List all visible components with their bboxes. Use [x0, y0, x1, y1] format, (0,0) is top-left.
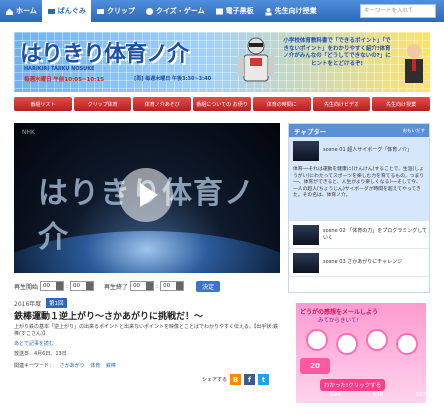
- teacher-icon: [264, 7, 273, 16]
- submenu-teacher-class[interactable]: 先生向け授業: [372, 97, 431, 111]
- related-keywords: 関連キーワード： さかあがり 体育 鉄棒: [14, 362, 116, 369]
- chapter-item[interactable]: scene 02 「体育の力」をプログラミングしていく: [289, 221, 429, 249]
- schedule-main: 毎週水曜日 午前10:05~10:15: [24, 77, 105, 83]
- submenu-play[interactable]: 体育ノ介あそび: [133, 97, 192, 111]
- chapter-label: scene 02 「体育の力」をプログラミングしていく: [323, 228, 428, 241]
- episode-number-badge: 第1回: [46, 298, 67, 308]
- share-label: シェアする: [202, 377, 228, 383]
- ad-count: 20: [300, 358, 330, 374]
- start-sec-select[interactable]: 00: [70, 281, 95, 291]
- chapter-header: チャプター おもいだす: [289, 124, 429, 137]
- search-input[interactable]: キーワードを入れて: [360, 4, 436, 18]
- nav-blackboard[interactable]: 電子黒板: [210, 0, 259, 22]
- episode-year: 2016年度: [14, 301, 42, 308]
- submenu-letters[interactable]: 番組についての お便り: [193, 97, 251, 111]
- film-icon: [96, 7, 105, 16]
- episode-title: 鉄棒運動１逆上がり～さかあがりに挑戦だ！～: [14, 312, 204, 322]
- chapter-label: scene 03 さかあがりにチャレンジ: [323, 259, 403, 266]
- nav-label: ばんぐみ: [57, 7, 87, 15]
- ad-numbers: 594 598 597: [330, 392, 426, 398]
- top-nav: ホーム ばんぐみ クリップ クイズ・ゲーム 電子黒板 先生向け授業 キーワードを…: [0, 0, 444, 22]
- program-logo-sub: HARIKIRI TAIIKU NOSUKE: [24, 66, 95, 72]
- feedback-ad-banner[interactable]: どうがの感想をメールしよう みてからきいて! 20 わかった!クリックする 59…: [296, 303, 426, 403]
- chapter-panel: チャプター おもいだす scene 01 超人サイボーグ「体育ノ介」 体育──そ…: [288, 123, 430, 293]
- range-end-label: 再生終了: [104, 283, 129, 291]
- schedule-rerun: [再] 毎週木曜日 午後3:30~3:40: [134, 76, 212, 82]
- chapter-thumbnail: [293, 224, 319, 245]
- announcer-character-icon: [405, 44, 423, 83]
- program-logo: はりきり体育ノ介: [20, 42, 189, 67]
- ad-subtitle: みてからきいて!: [318, 318, 359, 324]
- robot-character-icon: [238, 37, 274, 82]
- board-icon: [215, 7, 224, 16]
- keyword-link[interactable]: 鉄棒: [106, 363, 116, 369]
- character-icon: [396, 333, 418, 355]
- program-submenu: 番組リスト クリップ体育 体育ノ介あそび 番組についての お便り 体育の時間に …: [14, 96, 431, 114]
- nav-label: クリップ: [107, 7, 136, 15]
- keyword-label: 関連キーワード：: [14, 363, 55, 369]
- twitter-icon[interactable]: t: [258, 374, 270, 385]
- decide-button[interactable]: 決定: [196, 280, 221, 292]
- submenu-teacher-video[interactable]: 先生向けビデオ: [312, 97, 371, 111]
- share-bar: シェアする B f t: [202, 374, 270, 385]
- facebook-icon[interactable]: f: [244, 374, 256, 385]
- nav-programs[interactable]: ばんぐみ: [41, 0, 92, 22]
- home-icon: [5, 7, 14, 16]
- nav-home[interactable]: ホーム: [0, 0, 42, 22]
- playback-range: 再生開始 00: 00 再生終了 00: 00 決定: [14, 278, 280, 294]
- nav-label: 先生向け授業: [274, 7, 317, 15]
- ad-button[interactable]: わかった!クリックする: [320, 379, 386, 391]
- banner-catchphrase: 小学校体育教科書で「できるポイント」「できないポイント」をわかりやすく紹介!体育…: [283, 38, 391, 67]
- tv-icon: [47, 7, 56, 16]
- nav-quiz-game[interactable]: クイズ・ゲーム: [140, 0, 210, 22]
- bookmark-icon[interactable]: B: [230, 374, 242, 385]
- chapter-label: scene 01 超人サイボーグ「体育ノ介」: [323, 147, 413, 154]
- nav-label: ホーム: [16, 7, 37, 15]
- character-icon: [306, 329, 328, 351]
- air-dates: 放送日：4月6日、13日: [14, 351, 67, 357]
- submenu-clips[interactable]: クリップ体育: [73, 97, 132, 111]
- chapter-thumbnail: [293, 252, 319, 273]
- keyword-link[interactable]: さかあがり: [60, 363, 85, 369]
- character-icon: [366, 329, 388, 351]
- chapter-detail: 体育──それは運動を健康に(けんけん)することで、生涯(しょうがい)にわたってス…: [289, 165, 429, 221]
- keyword-link[interactable]: 体育: [90, 363, 100, 369]
- chapter-sub[interactable]: おもいだす: [403, 128, 425, 134]
- submenu-program-list[interactable]: 番組リスト: [14, 97, 72, 111]
- chapter-item[interactable]: scene 03 さかあがりにチャレンジ: [289, 249, 429, 277]
- program-banner: はりきり体育ノ介 HARIKIRI TAIIKU NOSUKE 毎週水曜日 午前…: [14, 32, 430, 92]
- nav-label: クイズ・ゲーム: [156, 7, 205, 15]
- ad-title: どうがの感想をメールしよう: [300, 309, 379, 316]
- nav-label: 電子黒板: [225, 7, 254, 15]
- episode-description: 上がり鉄の基本「逆上がり」の出来るポイントと出来ないポイントを映像とことばでわか…: [14, 324, 279, 337]
- character-icon: [336, 333, 358, 355]
- chapter-thumbnail: [293, 140, 319, 161]
- submenu-pe-time[interactable]: 体育の時間に: [252, 97, 311, 111]
- range-start-label: 再生開始: [14, 283, 39, 291]
- start-min-select[interactable]: 00: [40, 281, 65, 291]
- nav-teachers[interactable]: 先生向け授業: [259, 0, 322, 22]
- chapter-item[interactable]: scene 01 超人サイボーグ「体育ノ介」: [289, 137, 429, 165]
- broadcaster-mark: NHK: [22, 129, 35, 136]
- play-icon[interactable]: [119, 168, 173, 222]
- read-more-link[interactable]: あとで記事を読む: [14, 340, 54, 347]
- game-icon: [145, 7, 154, 16]
- nav-clips[interactable]: クリップ: [91, 0, 140, 22]
- video-player[interactable]: NHK はりきり体育ノ介: [14, 123, 280, 273]
- end-sec-select[interactable]: 00: [160, 281, 185, 291]
- end-min-select[interactable]: 00: [130, 281, 155, 291]
